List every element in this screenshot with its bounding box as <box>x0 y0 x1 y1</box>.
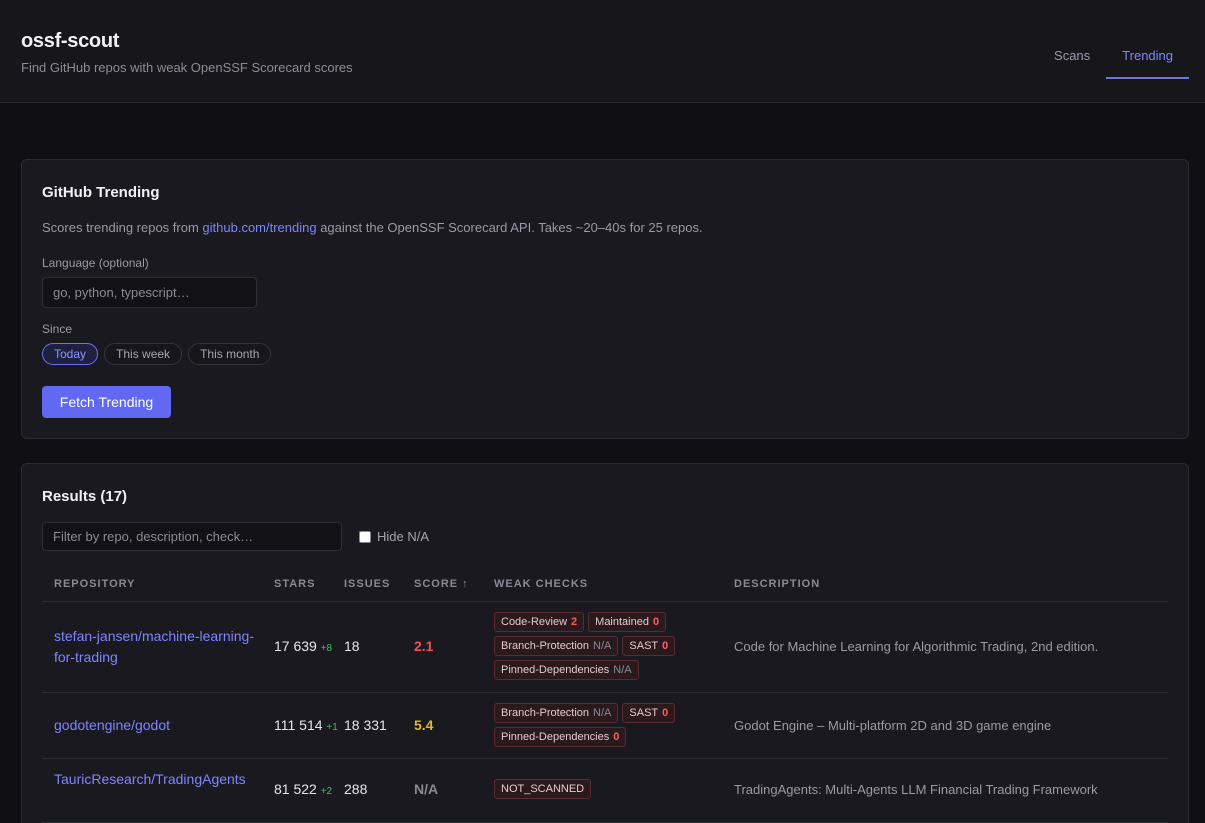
since-label: Since <box>42 322 73 336</box>
check-badge: SAST 0 <box>622 703 676 723</box>
stars-cell: 17 639 +8 <box>274 638 338 654</box>
check-name: SAST <box>629 707 659 719</box>
column-repository[interactable]: REPOSITORY <box>54 578 136 590</box>
top-bar: ossf-scout Find GitHub repos with weak O… <box>0 0 1205 103</box>
check-name: Maintained <box>595 616 649 628</box>
table-row: godotengine/godot 111 514 +1 18 331 5.4 … <box>42 693 1168 759</box>
repo-link[interactable]: godotengine/godot <box>54 715 254 736</box>
check-value: 0 <box>652 616 660 628</box>
column-stars[interactable]: STARS <box>274 578 315 590</box>
since-options: Today This week This month <box>42 343 272 365</box>
stars-delta: +8 <box>320 643 333 654</box>
weak-checks: NOT_SCANNED <box>494 779 714 799</box>
check-badge: Branch-Protection N/A <box>494 636 619 656</box>
hide-na-checkbox[interactable] <box>359 530 371 543</box>
column-score[interactable]: SCORE ↑ <box>414 578 469 590</box>
issues-count: 18 331 <box>344 717 387 733</box>
repo-description: Godot Engine – Multi-platform 2D and 3D … <box>734 718 1052 733</box>
check-badge: SAST 0 <box>622 636 676 656</box>
table-row: stefan-jansen/machine-learning-for-tradi… <box>42 602 1168 693</box>
since-today-option[interactable]: Today <box>42 343 99 365</box>
score-value: 2.1 <box>414 638 434 654</box>
check-name: Branch-Protection <box>501 640 590 652</box>
score-value: 5.4 <box>414 717 434 733</box>
check-value: 2 <box>571 616 578 628</box>
stars-delta: +2 <box>320 786 333 797</box>
description-text-end: against the OpenSSF Scorecard API. Takes… <box>316 220 703 235</box>
results-filter-input[interactable] <box>42 522 342 551</box>
description-text: Scores trending repos from <box>42 220 203 235</box>
stars-count: 17 639 <box>274 638 317 654</box>
main-nav: Scans Trending <box>1038 35 1189 79</box>
not-scanned-badge: NOT_SCANNED <box>494 779 592 799</box>
weak-checks: Code-Review 2 Maintained 0 Branch-Protecti… <box>494 612 714 680</box>
check-value: 0 <box>662 640 669 652</box>
stars-cell: 81 522 +2 <box>274 781 338 797</box>
check-value: 0 <box>662 707 669 719</box>
tab-trending[interactable]: Trending <box>1106 35 1189 79</box>
since-this-week-option[interactable]: This week <box>104 343 183 365</box>
check-value: 0 <box>613 731 620 743</box>
trending-card: GitHub Trending Scores trending repos fr… <box>21 159 1189 439</box>
results-title: Results (17) <box>42 488 128 505</box>
repo-link[interactable]: TauricResearch/TradingAgents <box>54 769 254 790</box>
repo-description: TradingAgents: Multi-Agents LLM Financia… <box>734 782 1098 797</box>
since-this-month-option[interactable]: This month <box>188 343 272 365</box>
tab-scans[interactable]: Scans <box>1038 35 1106 79</box>
column-weak-checks[interactable]: WEAK CHECKS <box>494 578 588 590</box>
language-label: Language (optional) <box>42 256 149 270</box>
check-name: Branch-Protection <box>501 707 590 719</box>
language-input[interactable] <box>42 277 257 308</box>
check-name: SAST <box>629 640 659 652</box>
issues-count: 288 <box>344 781 368 797</box>
trending-title: GitHub Trending <box>42 184 160 201</box>
stars-delta: +1 <box>326 722 338 733</box>
column-description[interactable]: DESCRIPTION <box>734 578 820 590</box>
github-trending-link[interactable]: github.com/trending <box>202 220 316 235</box>
results-card: Results (17) Hide N/A REPOSITORY STARS I… <box>21 463 1189 823</box>
results-table: REPOSITORY STARS ISSUES SCORE ↑ WEAK CHE… <box>42 567 1168 823</box>
table-row: TauricResearch/TradingAgents 81 522 +2 2… <box>42 759 1168 823</box>
repo-link[interactable]: stefan-jansen/machine-learning-for-tradi… <box>54 626 254 668</box>
trending-description: Scores trending repos from github.com/tr… <box>42 220 703 235</box>
fetch-trending-button[interactable]: Fetch Trending <box>42 386 171 418</box>
column-issues[interactable]: ISSUES <box>344 578 390 590</box>
app-subtitle: Find GitHub repos with weak OpenSSF Scor… <box>21 60 353 75</box>
check-value: N/A <box>593 640 612 652</box>
check-name: Code-Review <box>501 616 568 628</box>
repo-description: Code for Machine Learning for Algorithmi… <box>734 639 1099 654</box>
hide-na-toggle[interactable]: Hide N/A <box>359 529 429 544</box>
check-badge: Maintained 0 <box>588 612 667 632</box>
issues-count: 18 <box>344 638 360 654</box>
check-value: N/A <box>593 707 612 719</box>
check-value: N/A <box>613 664 632 676</box>
stars-cell: 111 514 +1 <box>274 717 338 733</box>
table-header: REPOSITORY STARS ISSUES SCORE ↑ WEAK CHE… <box>42 567 1168 602</box>
stars-count: 111 514 <box>274 717 323 733</box>
hide-na-label: Hide N/A <box>377 529 430 544</box>
weak-checks: Branch-Protection N/A SAST 0 Pinned-Depend… <box>494 703 714 747</box>
app-title: ossf-scout <box>21 30 120 52</box>
check-badge: Code-Review 2 <box>494 612 585 632</box>
check-badge: Pinned-Dependencies 0 <box>494 727 627 747</box>
stars-count: 81 522 <box>274 781 317 797</box>
check-name: Pinned-Dependencies <box>501 664 610 676</box>
score-value: N/A <box>414 781 439 797</box>
check-badge: Branch-Protection N/A <box>494 703 619 723</box>
check-name: Pinned-Dependencies <box>501 731 610 743</box>
check-badge: Pinned-Dependencies N/A <box>494 660 639 680</box>
